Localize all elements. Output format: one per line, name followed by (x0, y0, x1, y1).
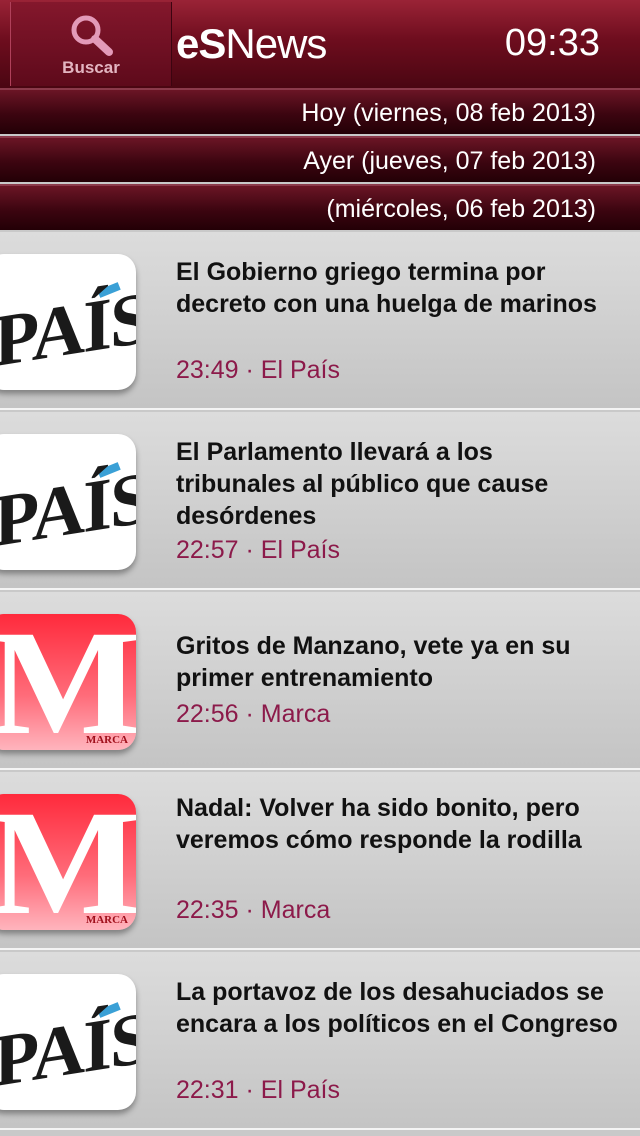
news-meta: 22:57 · El País (176, 536, 340, 564)
news-meta: 22:35 · Marca (176, 896, 331, 924)
el-pais-logo: PAÍS (0, 434, 136, 570)
news-meta: 22:56 · Marca (176, 700, 331, 728)
news-item[interactable]: MMARCA Nadal: Volver ha sido bonito, per… (0, 772, 640, 950)
news-item[interactable]: PAÍS El Parlamento llevará a los tribuna… (0, 412, 640, 590)
marca-logo: MMARCA (0, 794, 136, 930)
search-button[interactable]: Buscar (10, 2, 172, 86)
el-pais-logo: PAÍS (0, 254, 136, 390)
news-title: Nadal: Volver ha sido bonito, pero verem… (176, 794, 582, 854)
el-pais-logo: PAÍS (0, 974, 136, 1110)
search-label: Buscar (62, 58, 120, 77)
app-title: eSNews (176, 20, 327, 67)
news-title: El Gobierno griego termina por decreto c… (176, 258, 597, 318)
marca-logo: MMARCA (0, 614, 136, 750)
news-item[interactable]: PAÍS La portavoz de los desahuciados se … (0, 952, 640, 1130)
news-title: Gritos de Manzano, vete ya en su primer … (176, 632, 571, 692)
news-item[interactable]: MMARCA Gritos de Manzano, vete ya en su … (0, 592, 640, 770)
day-row-today[interactable]: Hoy (viernes, 08 feb 2013) (0, 88, 640, 134)
clock: 09:33 (504, 22, 600, 64)
news-meta: 22:31 · El País (176, 1076, 340, 1104)
news-title: La portavoz de los desahuciados se encar… (176, 978, 618, 1038)
day-row-wednesday[interactable]: (miércoles, 06 feb 2013) (0, 184, 640, 230)
search-icon (71, 15, 113, 56)
news-title: El Parlamento llevará a los tribunales a… (176, 438, 549, 530)
top-bar: Buscar eSNews 09:33 (0, 0, 640, 88)
news-meta: 23:49 · El País (176, 356, 340, 384)
news-item[interactable]: PAÍS El Gobierno griego termina por decr… (0, 232, 640, 410)
day-row-yesterday[interactable]: Ayer (jueves, 07 feb 2013) (0, 136, 640, 182)
